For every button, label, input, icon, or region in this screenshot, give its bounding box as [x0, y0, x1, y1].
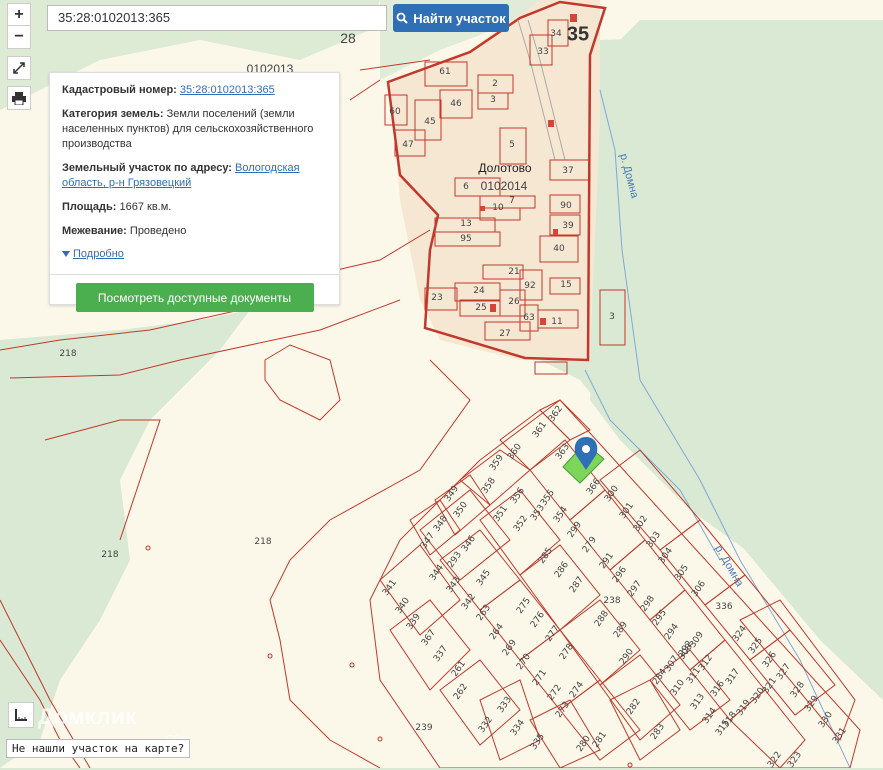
zoom-in-button[interactable]: + [7, 3, 31, 27]
village-plot-label: 3 [609, 312, 615, 322]
area-value: 1667 кв.м. [119, 201, 172, 213]
village-plot-label: 33 [537, 47, 549, 57]
village-plot-label: 11 [551, 317, 563, 327]
village-label: Долотово [478, 161, 532, 175]
village-plot-label: 45 [424, 117, 436, 127]
village-plot-label: 34 [550, 29, 562, 39]
village-plot-label: 25 [475, 303, 487, 313]
survey-value: Проведено [129, 225, 187, 237]
cadastral-row: Кадастровый номер: 35:28:0102013:365 [62, 83, 327, 98]
search-input[interactable]: 35:28:0102013:365 [47, 5, 387, 31]
more-details-link[interactable]: Подробно [62, 248, 327, 260]
village-plot-label: 92 [524, 281, 536, 291]
ruler-button[interactable] [8, 702, 34, 728]
survey-row: Межевание: Проведено [62, 224, 327, 239]
caret-down-icon [62, 251, 70, 257]
village-plot-label: 27 [499, 329, 511, 339]
print-button[interactable] [7, 86, 31, 110]
village-plot-label: 3 [490, 95, 496, 105]
village-plot-label: 7 [509, 196, 515, 206]
fullscreen-button[interactable] [7, 56, 31, 80]
area-label: Площадь: [62, 201, 117, 213]
village-plot-label: 15 [560, 280, 572, 290]
quarter-label-0102014: 0102014 [480, 179, 528, 193]
domclick-logo: Домклик [38, 704, 137, 729]
plot-label: 238 [603, 596, 621, 606]
village-plot-label: 2 [492, 79, 498, 89]
plot-label: 239 [415, 723, 433, 733]
printer-icon [12, 91, 26, 105]
cadastral-label: Кадастровый номер: [62, 84, 177, 96]
village-plot-label: 90 [560, 201, 572, 211]
plot-label: 336 [715, 602, 733, 612]
plot-label: 218 [59, 349, 77, 359]
area-row: Площадь: 1667 кв.м. [62, 200, 327, 215]
village-plot-label: 21 [508, 267, 520, 277]
village-plot-label: 46 [450, 99, 462, 109]
village-plot-label: 40 [553, 244, 565, 254]
category-row: Категория земель: Земли поселений (земли… [62, 107, 327, 152]
plot-label: 218 [101, 550, 119, 560]
village-plot-label: 23 [431, 293, 443, 303]
view-documents-button[interactable]: Посмотреть доступные документы [75, 283, 314, 312]
village-plot-label: 26 [508, 297, 520, 307]
search-icon [396, 12, 408, 24]
search-button[interactable]: Найти участок [393, 4, 509, 32]
village-plot-label: 61 [439, 67, 451, 77]
category-label: Категория земель: [62, 108, 164, 120]
quarter-label-35: 35 [566, 23, 590, 46]
village-plot-label: 24 [473, 286, 485, 296]
village-plot-label: 10 [492, 203, 504, 213]
village-plot-label: 37 [562, 166, 574, 176]
expand-icon [13, 62, 25, 74]
village-plot-label: 63 [523, 313, 535, 323]
address-row: Земельный участок по адресу: Вологодская… [62, 161, 327, 191]
info-divider [50, 274, 339, 275]
village-plot-label: 39 [562, 221, 574, 231]
village-plot-label: 13 [460, 219, 472, 229]
parcel-info-panel: Кадастровый номер: 35:28:0102013:365 Кат… [49, 72, 340, 312]
village-plot-label: 60 [389, 107, 401, 117]
village-plot-label: 95 [460, 234, 472, 244]
survey-label: Межевание: [62, 225, 127, 237]
village-plot-label: 47 [402, 140, 414, 150]
village-plot-label: 6 [463, 182, 469, 192]
plot-label: 218 [254, 537, 272, 547]
not-found-button[interactable]: Не нашли участок на карте? [6, 739, 191, 758]
zoom-out-button[interactable]: − [7, 25, 31, 49]
more-details-label: Подробно [73, 248, 124, 260]
quarter-label-28: 28 [340, 30, 356, 46]
search-button-label: Найти участок [413, 10, 506, 26]
address-label: Земельный участок по адресу: [62, 162, 232, 174]
village-plot-label: 5 [509, 140, 515, 150]
cadastral-link[interactable]: 35:28:0102013:365 [180, 84, 275, 96]
ruler-icon [15, 709, 27, 721]
